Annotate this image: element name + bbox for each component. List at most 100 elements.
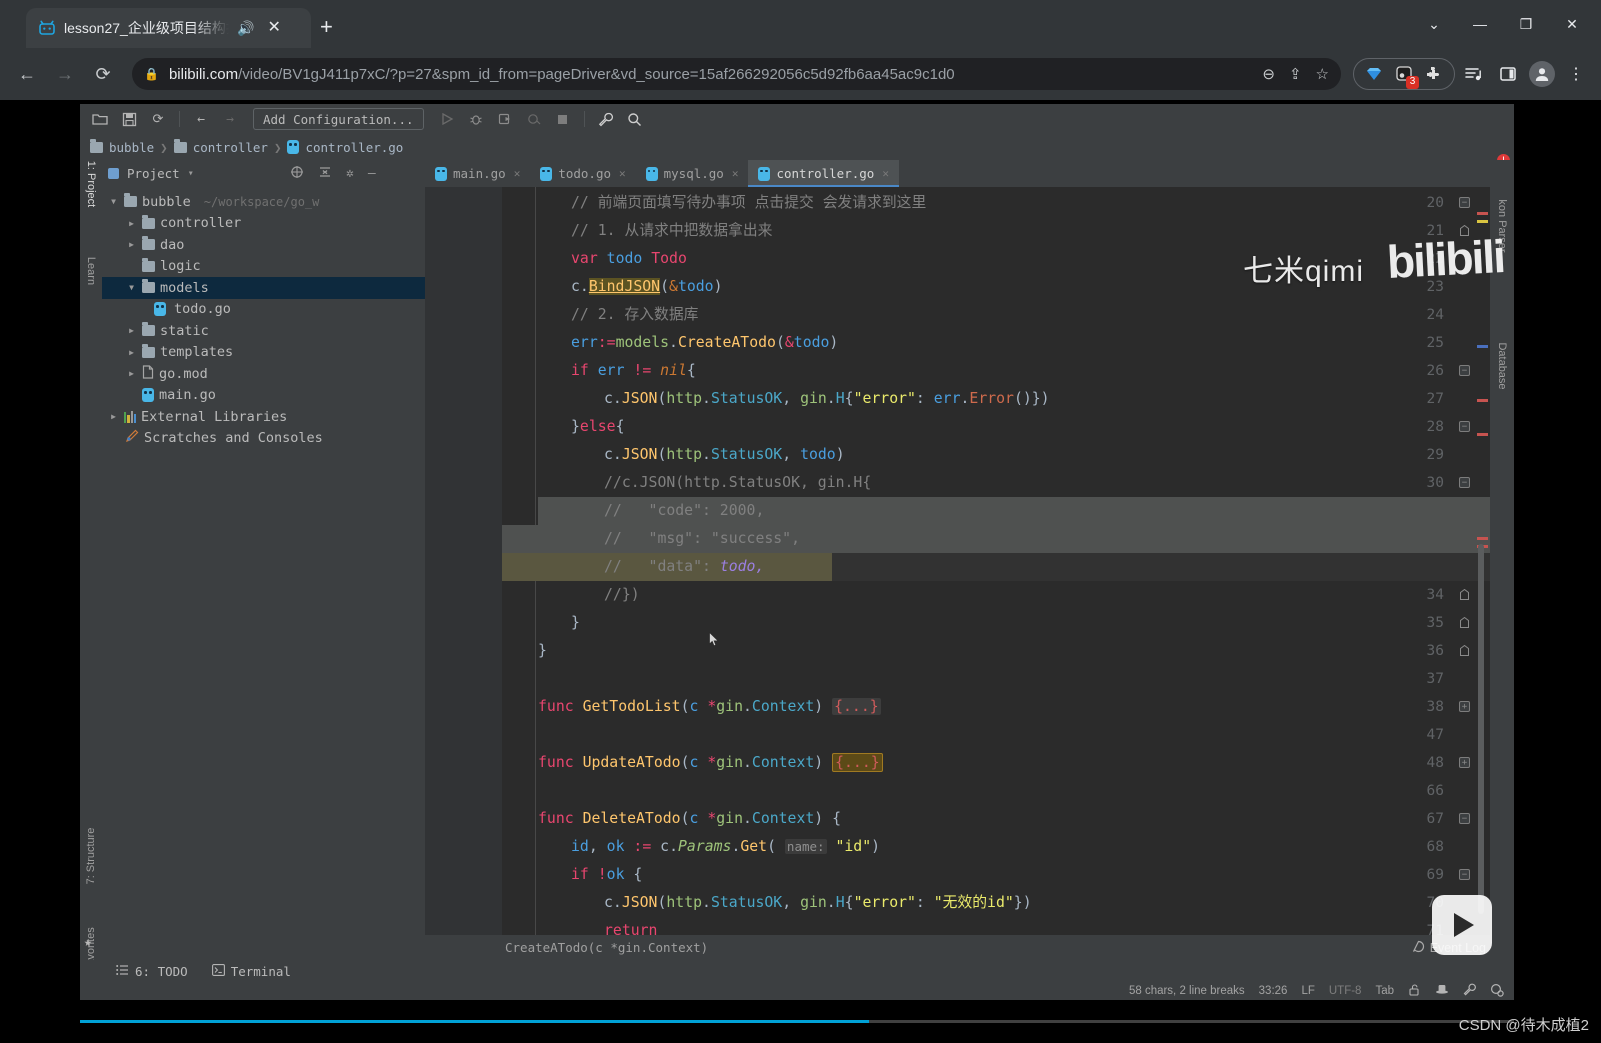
diamond-extension-icon[interactable]: [1362, 62, 1386, 86]
code-line[interactable]: }else{: [502, 413, 1490, 441]
code-line[interactable]: if err != nil{: [502, 357, 1490, 385]
run-icon[interactable]: [437, 109, 457, 129]
reload-button[interactable]: ⟳: [86, 57, 120, 91]
tree-node-go-mod[interactable]: ▶ go.mod: [102, 363, 425, 385]
code-line[interactable]: c.JSON(http.StatusOK, gin.H{"error": err…: [502, 385, 1490, 413]
speaker-icon[interactable]: 🔊: [237, 20, 254, 37]
navigate-back-icon[interactable]: ←: [191, 109, 211, 129]
code-line[interactable]: [502, 665, 1490, 693]
close-icon[interactable]: ✕: [262, 18, 285, 38]
video-progress-bar[interactable]: [80, 1020, 1514, 1023]
code-line[interactable]: }: [502, 609, 1490, 637]
run-configuration-selector[interactable]: Add Configuration...: [253, 108, 424, 130]
code-line[interactable]: c.JSON(http.StatusOK, todo): [502, 441, 1490, 469]
puzzle-extensions-icon[interactable]: [1422, 62, 1446, 86]
vertical-scrollbar[interactable]: [1478, 544, 1484, 914]
zoom-out-icon[interactable]: ⊖: [1262, 65, 1275, 83]
forward-button[interactable]: →: [48, 57, 82, 91]
adblock-extension-icon[interactable]: 3: [1392, 62, 1416, 86]
favorites-star-icon[interactable]: ★: [84, 935, 92, 950]
tree-node-todo-go[interactable]: todo.go: [102, 299, 425, 321]
tool-window-terminal[interactable]: Terminal: [212, 964, 291, 979]
tree-node-models[interactable]: ▼ models: [102, 277, 425, 299]
chevron-down-icon[interactable]: ▼: [108, 197, 119, 206]
editor-tab-controller-go[interactable]: controller.go ✕: [748, 160, 898, 187]
code-line[interactable]: // "code": 2000,: [502, 497, 1490, 525]
chevron-right-icon[interactable]: ▶: [126, 369, 137, 378]
wrench-icon[interactable]: [1463, 983, 1476, 999]
save-all-icon[interactable]: [119, 109, 139, 129]
sidebar-item-structure[interactable]: 7: Structure: [85, 828, 97, 885]
status-line-separator[interactable]: LF: [1301, 985, 1314, 997]
code-line[interactable]: c.JSON(http.StatusOK, gin.H{"error": "无效…: [502, 889, 1490, 917]
code-line[interactable]: err:=models.CreateATodo(&todo): [502, 329, 1490, 357]
sidebar-item-database[interactable]: Database: [1496, 342, 1508, 389]
media-list-icon[interactable]: [1459, 59, 1489, 89]
profile-icon[interactable]: [524, 109, 544, 129]
side-panel-icon[interactable]: [1493, 59, 1523, 89]
status-indent[interactable]: Tab: [1375, 985, 1394, 997]
browser-tab[interactable]: lesson27_企业级项目结构拆 🔊 ✕: [26, 8, 311, 48]
code-line[interactable]: // "msg": "success",: [502, 525, 1490, 553]
sync-icon[interactable]: ⟳: [148, 109, 168, 129]
breadcrumb-item-package[interactable]: controller: [193, 140, 268, 155]
breadcrumb-item-file[interactable]: controller.go: [305, 140, 403, 155]
stop-icon[interactable]: [553, 109, 573, 129]
chevron-right-icon[interactable]: ▶: [126, 348, 137, 357]
code-content[interactable]: // 前端页面填写待办事项 点击提交 会发请求到这里// 1. 从请求中把数据拿…: [502, 187, 1490, 960]
star-icon[interactable]: ☆: [1316, 65, 1329, 83]
chevron-right-icon[interactable]: ▶: [108, 412, 119, 421]
back-button[interactable]: ←: [10, 57, 44, 91]
code-line[interactable]: [502, 721, 1490, 749]
code-line[interactable]: // 前端页面填写待办事项 点击提交 会发请求到这里: [502, 189, 1490, 217]
search-icon[interactable]: [625, 109, 645, 129]
code-line[interactable]: }: [502, 637, 1490, 665]
code-line[interactable]: // 2. 存入数据库: [502, 301, 1490, 329]
chrome-menu-icon[interactable]: ⋮: [1561, 59, 1591, 89]
close-icon[interactable]: ✕: [882, 167, 889, 180]
code-line[interactable]: [502, 777, 1490, 805]
status-encoding[interactable]: UTF-8: [1329, 985, 1362, 997]
chevron-right-icon[interactable]: ▶: [126, 326, 137, 335]
maximize-button[interactable]: ❐: [1503, 8, 1549, 40]
close-icon[interactable]: ✕: [619, 167, 626, 180]
project-panel-title[interactable]: Project: [127, 166, 180, 181]
editor-tab-mysql-go[interactable]: mysql.go ✕: [636, 160, 749, 187]
share-icon[interactable]: ⇪: [1289, 65, 1302, 83]
status-caret-position[interactable]: 33:26: [1259, 985, 1288, 997]
code-line[interactable]: func GetTodoList(c *gin.Context) {...}: [502, 693, 1490, 721]
sidebar-item-learn[interactable]: Learn: [85, 257, 97, 285]
address-bar[interactable]: 🔒 bilibili.com/video/BV1gJ411p7xC/?p=27&…: [132, 58, 1341, 90]
project-tree[interactable]: ▼ bubble ~/workspace/go_w ▶ controller ▶…: [102, 187, 425, 960]
editor-gutter[interactable]: [425, 187, 502, 960]
open-folder-icon[interactable]: [90, 109, 110, 129]
debug-icon[interactable]: [466, 109, 486, 129]
tree-node-templates[interactable]: ▶ templates: [102, 342, 425, 364]
code-line[interactable]: func DeleteATodo(c *gin.Context) {: [502, 805, 1490, 833]
editor-tab-main-go[interactable]: main.go ✕: [425, 160, 530, 187]
tree-node-external-libraries[interactable]: ▶ External Libraries: [102, 406, 425, 428]
tree-node-main-go[interactable]: main.go: [102, 385, 425, 407]
hide-panel-icon[interactable]: —: [368, 166, 376, 181]
tree-node-dao[interactable]: ▶ dao: [102, 234, 425, 256]
code-editor[interactable]: 2021222324252627282930313233343536373847…: [425, 187, 1490, 960]
sidebar-item-project[interactable]: 1: Project: [85, 161, 97, 207]
wrench-icon[interactable]: [596, 109, 616, 129]
video-player-content[interactable]: ⟳ ← → Add Configuration...: [80, 104, 1514, 1000]
editor-tab-todo-go[interactable]: todo.go ✕: [530, 160, 635, 187]
navigate-forward-icon[interactable]: →: [220, 109, 240, 129]
code-line[interactable]: // "data": todo,: [502, 553, 1490, 581]
chevron-right-icon[interactable]: ▶: [126, 219, 137, 228]
profile-avatar-icon[interactable]: [1527, 59, 1557, 89]
locate-icon[interactable]: [290, 165, 304, 183]
tree-node-controller[interactable]: ▶ controller: [102, 213, 425, 235]
tree-node-logic[interactable]: logic: [102, 256, 425, 278]
close-icon[interactable]: ✕: [514, 167, 521, 180]
run-with-coverage-icon[interactable]: [495, 109, 515, 129]
code-line[interactable]: func UpdateATodo(c *gin.Context) {...}: [502, 749, 1490, 777]
code-line[interactable]: //}): [502, 581, 1490, 609]
chevron-down-icon[interactable]: ▼: [126, 283, 137, 292]
tree-node-bubble[interactable]: ▼ bubble ~/workspace/go_w: [102, 191, 425, 213]
chevron-right-icon[interactable]: ▶: [126, 240, 137, 249]
breadcrumb-item-project[interactable]: bubble: [109, 140, 154, 155]
